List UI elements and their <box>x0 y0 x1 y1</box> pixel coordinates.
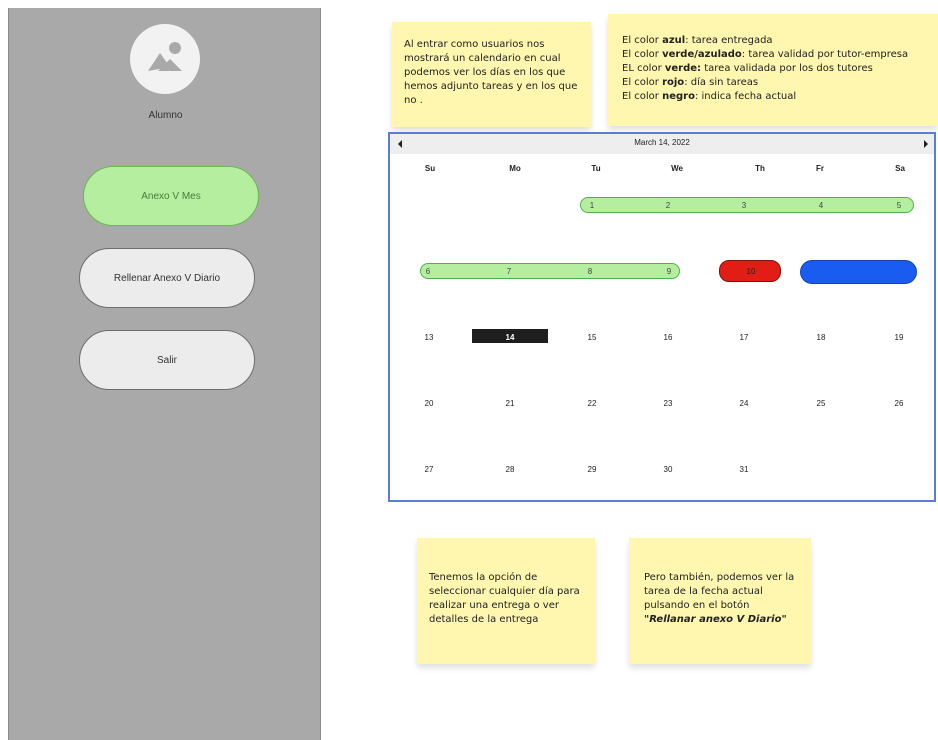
calendar-day-today[interactable]: 14 <box>506 333 515 342</box>
calendar-day[interactable]: 8 <box>588 267 592 276</box>
next-month-arrow-icon[interactable] <box>924 140 928 148</box>
legend-line: El color negro: indica fecha actual <box>622 91 797 102</box>
calendar-day[interactable]: 24 <box>740 399 749 408</box>
calendar-day[interactable]: 10 <box>747 267 756 276</box>
current-date-note: Pero también, podemos ver la tarea de la… <box>629 538 811 664</box>
calendar-day[interactable]: 26 <box>895 399 904 408</box>
calendar-day[interactable]: 5 <box>897 201 901 210</box>
calendar-day[interactable]: 25 <box>817 399 826 408</box>
intro-note: Al entrar como usuarios nos mostrará un … <box>392 22 591 127</box>
legend-line: El color azul: tarea entregada <box>622 35 773 46</box>
weekday-label: Su <box>424 164 436 173</box>
calendar: March 14, 2022 Su Mo Tu We Th Fr Sa 1 2 … <box>388 132 936 502</box>
green-task-bar[interactable] <box>580 197 914 213</box>
rellenar-anexo-v-diario-button[interactable]: Rellenar Anexo V Diario <box>79 248 255 308</box>
calendar-day[interactable]: 3 <box>742 201 746 210</box>
calendar-day[interactable]: 28 <box>506 465 515 474</box>
legend-line: El color rojo: día sin tareas <box>622 77 759 88</box>
legend-line: EL color verde: tarea validada por los d… <box>622 63 873 74</box>
sidebar: Alumno Anexo V Mes Rellenar Anexo V Diar… <box>8 8 321 740</box>
calendar-title: March 14, 2022 <box>634 138 690 147</box>
weekday-label: Th <box>755 164 765 173</box>
calendar-day[interactable]: 15 <box>588 333 597 342</box>
image-placeholder-icon <box>148 42 182 71</box>
calendar-day[interactable]: 6 <box>426 267 430 276</box>
green-task-bar[interactable] <box>420 263 680 279</box>
calendar-day[interactable]: 23 <box>664 399 673 408</box>
calendar-day[interactable]: 27 <box>425 465 434 474</box>
calendar-header: March 14, 2022 <box>390 134 934 154</box>
calendar-day[interactable]: 2 <box>666 201 670 210</box>
calendar-day[interactable]: 13 <box>425 333 434 342</box>
calendar-day[interactable]: 30 <box>664 465 673 474</box>
calendar-day[interactable]: 19 <box>895 333 904 342</box>
calendar-day[interactable]: 18 <box>817 333 826 342</box>
calendar-day[interactable]: 17 <box>740 333 749 342</box>
salir-button[interactable]: Salir <box>79 330 255 390</box>
calendar-day[interactable]: 29 <box>588 465 597 474</box>
select-day-note: Tenemos la opción de seleccionar cualqui… <box>417 538 595 664</box>
calendar-day[interactable]: 4 <box>819 201 823 210</box>
weekday-label: Fr <box>816 164 824 173</box>
weekday-label: Sa <box>895 164 905 173</box>
blue-delivered-bar[interactable] <box>800 260 917 284</box>
color-legend-note: El color azul: tarea entregada El color … <box>608 14 938 126</box>
calendar-day[interactable]: 9 <box>667 267 671 276</box>
weekday-label: Mo <box>509 164 521 173</box>
calendar-day[interactable]: 31 <box>740 465 749 474</box>
legend-line: El color verde/azulado: tarea validad po… <box>622 49 909 60</box>
calendar-day[interactable]: 16 <box>664 333 673 342</box>
calendar-day[interactable]: 1 <box>590 201 594 210</box>
weekday-label: Tu <box>591 164 601 173</box>
weekday-label: We <box>671 164 683 173</box>
anexo-v-mes-button[interactable]: Anexo V Mes <box>83 166 259 226</box>
calendar-day[interactable]: 22 <box>588 399 597 408</box>
calendar-day[interactable]: 20 <box>425 399 434 408</box>
avatar <box>130 24 200 94</box>
calendar-day[interactable]: 21 <box>506 399 515 408</box>
calendar-day[interactable]: 7 <box>507 267 511 276</box>
avatar-label: Alumno <box>148 110 183 121</box>
